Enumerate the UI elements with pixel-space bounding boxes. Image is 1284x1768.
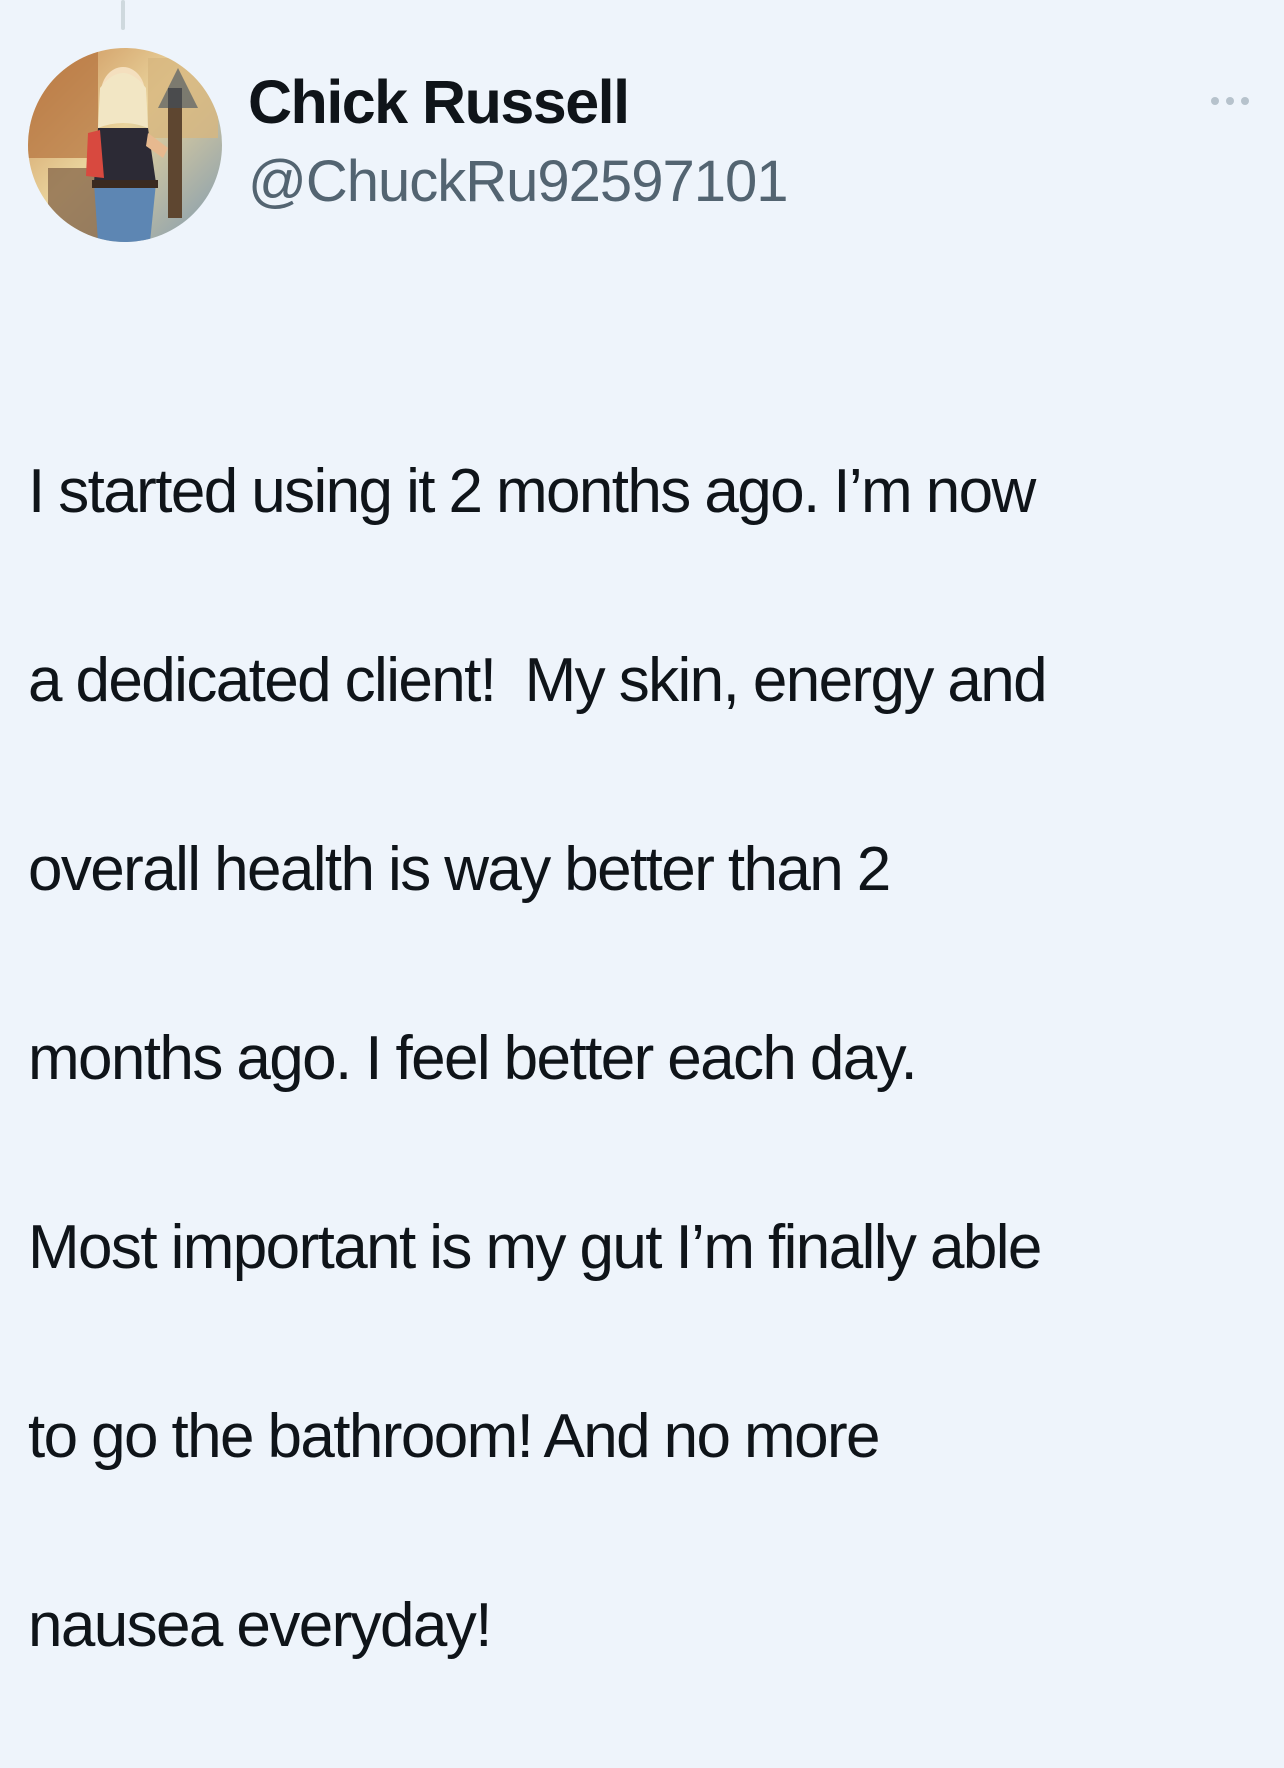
author-handle[interactable]: @ChuckRu92597101 xyxy=(248,146,788,218)
tweet-text: I started using it 2 months ago. I’m now… xyxy=(28,350,1268,1768)
tweet-text-line: nausea everyday! xyxy=(28,1590,492,1660)
avatar[interactable] xyxy=(28,48,222,242)
tweet-text-line: months ago. I feel better each day. xyxy=(28,1023,918,1093)
thread-connector-line xyxy=(121,0,125,30)
tweet-text-line: overall health is way better than 2 xyxy=(28,834,891,904)
tweet-text-line: I started using it 2 months ago. I’m now xyxy=(28,456,1036,526)
profile-photo xyxy=(28,48,222,242)
author-display-name[interactable]: Chick Russell xyxy=(248,64,630,140)
tweet-text-line: a dedicated client! My skin, energy and xyxy=(28,645,1048,715)
ellipsis-icon xyxy=(1211,97,1249,105)
tweet-text-line: Most important is my gut I’m finally abl… xyxy=(28,1212,1042,1282)
tweet-text-line: to go the bathroom! And no more xyxy=(28,1401,880,1471)
more-options-button[interactable] xyxy=(1203,86,1257,116)
